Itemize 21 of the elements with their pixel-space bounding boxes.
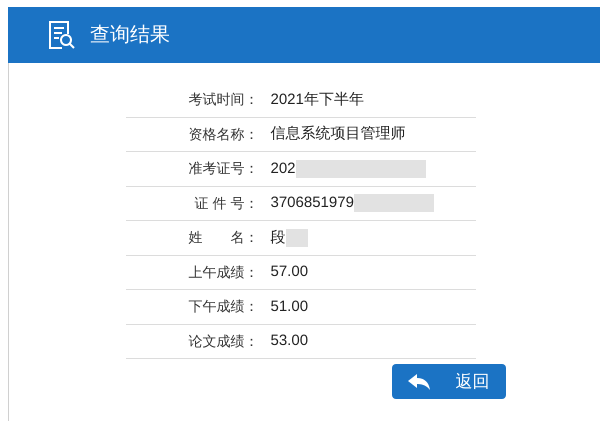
field-value: 2021年下半年 bbox=[270, 90, 364, 110]
back-button[interactable]: 返回 bbox=[392, 364, 506, 399]
field-value: 段 bbox=[270, 228, 286, 248]
document-search-icon bbox=[48, 20, 76, 50]
redaction-blur bbox=[286, 228, 308, 247]
field-label: 考试时间： bbox=[188, 90, 260, 110]
field-label: 姓 名： bbox=[188, 228, 260, 248]
field-label: 下午成绩： bbox=[188, 297, 260, 316]
field-value: 3706851979 bbox=[270, 193, 354, 213]
field-value: 51.00 bbox=[270, 296, 308, 316]
page-title: 查询结果 bbox=[90, 23, 170, 48]
field-label: 资格名称： bbox=[188, 124, 260, 144]
field-value: 57.00 bbox=[270, 262, 308, 282]
field-label: 准考证号： bbox=[188, 159, 260, 178]
field-value: 202 bbox=[270, 158, 296, 178]
field-value: 53.00 bbox=[270, 331, 308, 351]
field-label: 上午成绩： bbox=[188, 262, 260, 282]
field-label: 证 件 号： bbox=[194, 194, 260, 213]
field-label: 论文成绩： bbox=[188, 332, 260, 351]
field-value: 信息系统项目管理师 bbox=[270, 124, 406, 144]
return-arrow-icon bbox=[408, 374, 430, 390]
